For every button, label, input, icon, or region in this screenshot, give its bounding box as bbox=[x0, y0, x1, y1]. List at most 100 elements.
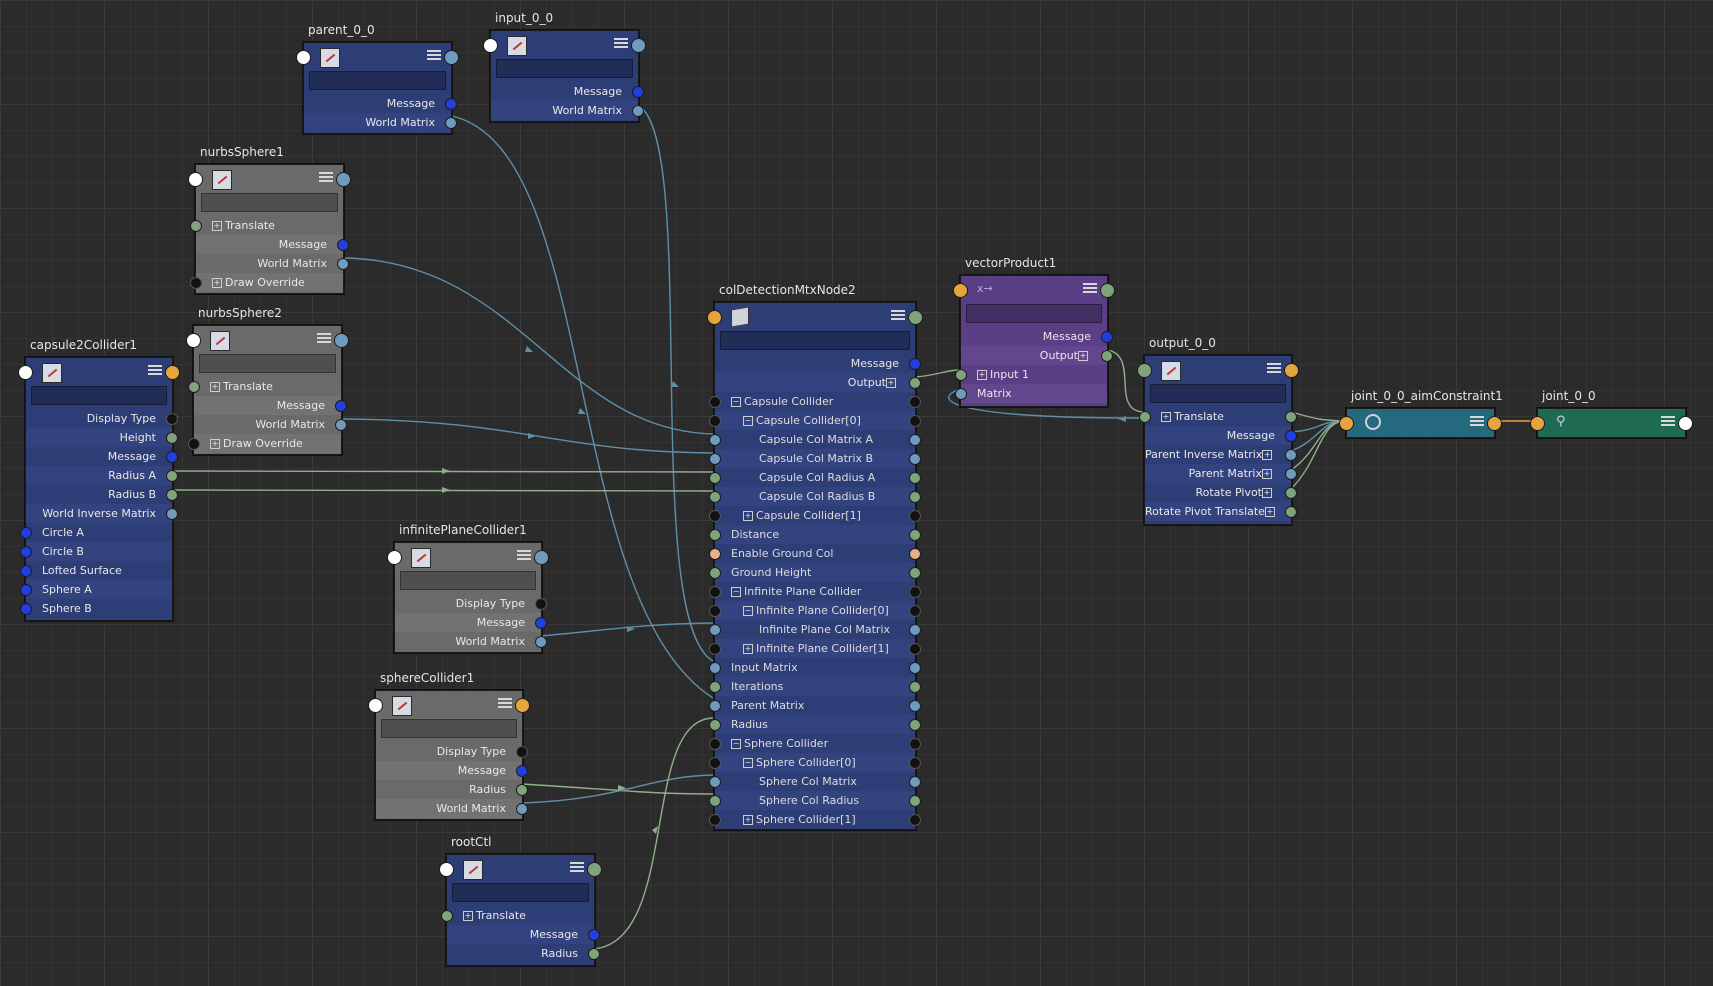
menu-icon[interactable] bbox=[317, 333, 331, 344]
input-plug[interactable] bbox=[955, 369, 967, 381]
output-plug[interactable] bbox=[909, 776, 921, 788]
output-plug[interactable] bbox=[166, 413, 178, 425]
expand-icon[interactable]: + bbox=[743, 511, 753, 521]
output-plug[interactable] bbox=[516, 765, 528, 777]
output-plug[interactable] bbox=[535, 617, 547, 629]
input-plug[interactable] bbox=[441, 910, 453, 922]
node-vector-product-1[interactable]: vectorProduct1 x→ Message Output + + Input… bbox=[953, 256, 1115, 407]
expand-icon[interactable]: + bbox=[1262, 450, 1273, 460]
collapse-icon[interactable]: − bbox=[743, 758, 753, 768]
attr-row[interactable]: Iterations bbox=[709, 677, 921, 696]
attr-row[interactable]: Ground Height bbox=[709, 563, 921, 582]
output-plug[interactable] bbox=[1101, 350, 1113, 362]
output-plug[interactable] bbox=[1285, 468, 1297, 480]
attr-row[interactable]: + Translate bbox=[190, 216, 343, 235]
attr-row[interactable]: Output + bbox=[715, 373, 921, 392]
attr-row[interactable]: + Translate bbox=[1139, 407, 1297, 426]
output-plug[interactable] bbox=[909, 662, 921, 674]
output-plug[interactable] bbox=[166, 489, 178, 501]
attr-row[interactable]: Radius bbox=[447, 944, 600, 963]
wire-radius-a[interactable] bbox=[170, 470, 714, 473]
attr-row[interactable]: Circle B bbox=[20, 542, 172, 561]
output-plug[interactable] bbox=[909, 700, 921, 712]
output-plug[interactable] bbox=[166, 470, 178, 482]
output-plug[interactable] bbox=[909, 757, 921, 769]
attr-row[interactable]: Capsule Col Matrix A bbox=[709, 430, 921, 449]
input-plug[interactable] bbox=[709, 814, 721, 826]
attr-row[interactable]: Output + bbox=[961, 346, 1113, 365]
attr-row[interactable]: Sphere Col Matrix bbox=[709, 772, 921, 791]
attr-row[interactable]: + Draw Override bbox=[190, 273, 343, 292]
attr-row[interactable]: Message bbox=[491, 82, 644, 101]
node-output-0-0[interactable]: output_0_0 + Translate Message Parent Inv… bbox=[1137, 336, 1299, 525]
attr-row[interactable]: Height bbox=[26, 428, 178, 447]
attr-row[interactable]: Message bbox=[376, 761, 528, 780]
attr-row[interactable]: Parent Matrix bbox=[709, 696, 921, 715]
node-name-field[interactable] bbox=[496, 59, 633, 78]
wire-sphere-radius[interactable] bbox=[521, 783, 714, 795]
node-name-field[interactable] bbox=[199, 354, 336, 373]
attr-row[interactable]: Radius B bbox=[26, 485, 178, 504]
expand-icon[interactable]: + bbox=[210, 382, 220, 392]
node-root-ctl[interactable]: rootCtl + Translate Message Radius bbox=[439, 835, 602, 966]
output-plug[interactable] bbox=[335, 419, 347, 431]
input-plug[interactable] bbox=[709, 624, 721, 636]
input-plug[interactable] bbox=[709, 738, 721, 750]
output-plug[interactable] bbox=[445, 117, 457, 129]
output-plug[interactable] bbox=[909, 434, 921, 446]
output-plug[interactable] bbox=[909, 624, 921, 636]
output-plug[interactable] bbox=[632, 105, 644, 117]
wire-output-aim-1[interactable] bbox=[1290, 411, 1346, 422]
attr-row[interactable]: Input Matrix bbox=[709, 658, 921, 677]
expand-icon[interactable]: + bbox=[1078, 351, 1088, 361]
attr-row[interactable]: Radius bbox=[376, 780, 528, 799]
input-plug[interactable] bbox=[709, 586, 721, 598]
node-capsule2-collider-1[interactable]: capsule2Collider1 Display Type Height Me… bbox=[18, 338, 180, 621]
attr-row[interactable]: Parent Inverse Matrix + bbox=[1145, 445, 1297, 464]
input-plug[interactable] bbox=[709, 415, 721, 427]
node-name-field[interactable] bbox=[400, 571, 536, 590]
output-plug[interactable] bbox=[535, 636, 547, 648]
attr-row[interactable]: Message bbox=[304, 94, 457, 113]
expand-icon[interactable]: + bbox=[743, 815, 753, 825]
output-plug[interactable] bbox=[909, 453, 921, 465]
output-plug[interactable] bbox=[909, 415, 921, 427]
input-plug[interactable] bbox=[709, 510, 721, 522]
input-plug[interactable] bbox=[20, 546, 32, 558]
attr-row[interactable]: + Capsule Collider[1] bbox=[709, 506, 921, 525]
wire-root-radius[interactable] bbox=[593, 717, 714, 950]
attr-row[interactable]: Infinite Plane Col Matrix bbox=[709, 620, 921, 639]
attr-row[interactable]: − Infinite Plane Collider bbox=[709, 582, 921, 601]
node-name-field[interactable] bbox=[1150, 384, 1286, 403]
node-joint-0-0[interactable]: joint_0_0 ⚲ bbox=[1530, 389, 1693, 438]
output-plug[interactable] bbox=[909, 491, 921, 503]
expand-icon[interactable]: + bbox=[212, 221, 222, 231]
node-nurbs-sphere-1[interactable]: nurbsSphere1 + Translate Message World Ma… bbox=[188, 145, 351, 294]
output-plug[interactable] bbox=[909, 567, 921, 579]
input-plug[interactable] bbox=[709, 472, 721, 484]
expand-icon[interactable]: + bbox=[1161, 412, 1171, 422]
attr-row[interactable]: Rotate Pivot Translate + bbox=[1145, 502, 1297, 521]
menu-icon[interactable] bbox=[319, 172, 333, 183]
input-plug[interactable] bbox=[20, 603, 32, 615]
expand-icon[interactable]: + bbox=[210, 439, 220, 449]
node-nurbs-sphere-2[interactable]: nurbsSphere2 + Translate Message World Ma… bbox=[186, 306, 349, 455]
attr-row[interactable]: + Infinite Plane Collider[1] bbox=[709, 639, 921, 658]
output-plug[interactable] bbox=[445, 98, 457, 110]
attr-row[interactable]: Message bbox=[1145, 426, 1297, 445]
attr-row[interactable]: Rotate Pivot + bbox=[1145, 483, 1297, 502]
collapse-icon[interactable]: − bbox=[743, 606, 753, 616]
output-plug[interactable] bbox=[909, 605, 921, 617]
node-name-field[interactable] bbox=[720, 331, 910, 350]
wire-sphere-world-matrix[interactable] bbox=[521, 774, 714, 804]
attr-row[interactable]: World Matrix bbox=[304, 113, 457, 132]
output-plug[interactable] bbox=[166, 451, 178, 463]
menu-icon[interactable] bbox=[1267, 363, 1281, 374]
menu-icon[interactable] bbox=[570, 862, 584, 873]
attr-row[interactable]: Capsule Col Matrix B bbox=[709, 449, 921, 468]
node-name-field[interactable] bbox=[201, 193, 338, 212]
menu-icon[interactable] bbox=[614, 38, 628, 49]
input-plug[interactable] bbox=[709, 700, 721, 712]
output-plug[interactable] bbox=[909, 643, 921, 655]
menu-icon[interactable] bbox=[427, 50, 441, 61]
